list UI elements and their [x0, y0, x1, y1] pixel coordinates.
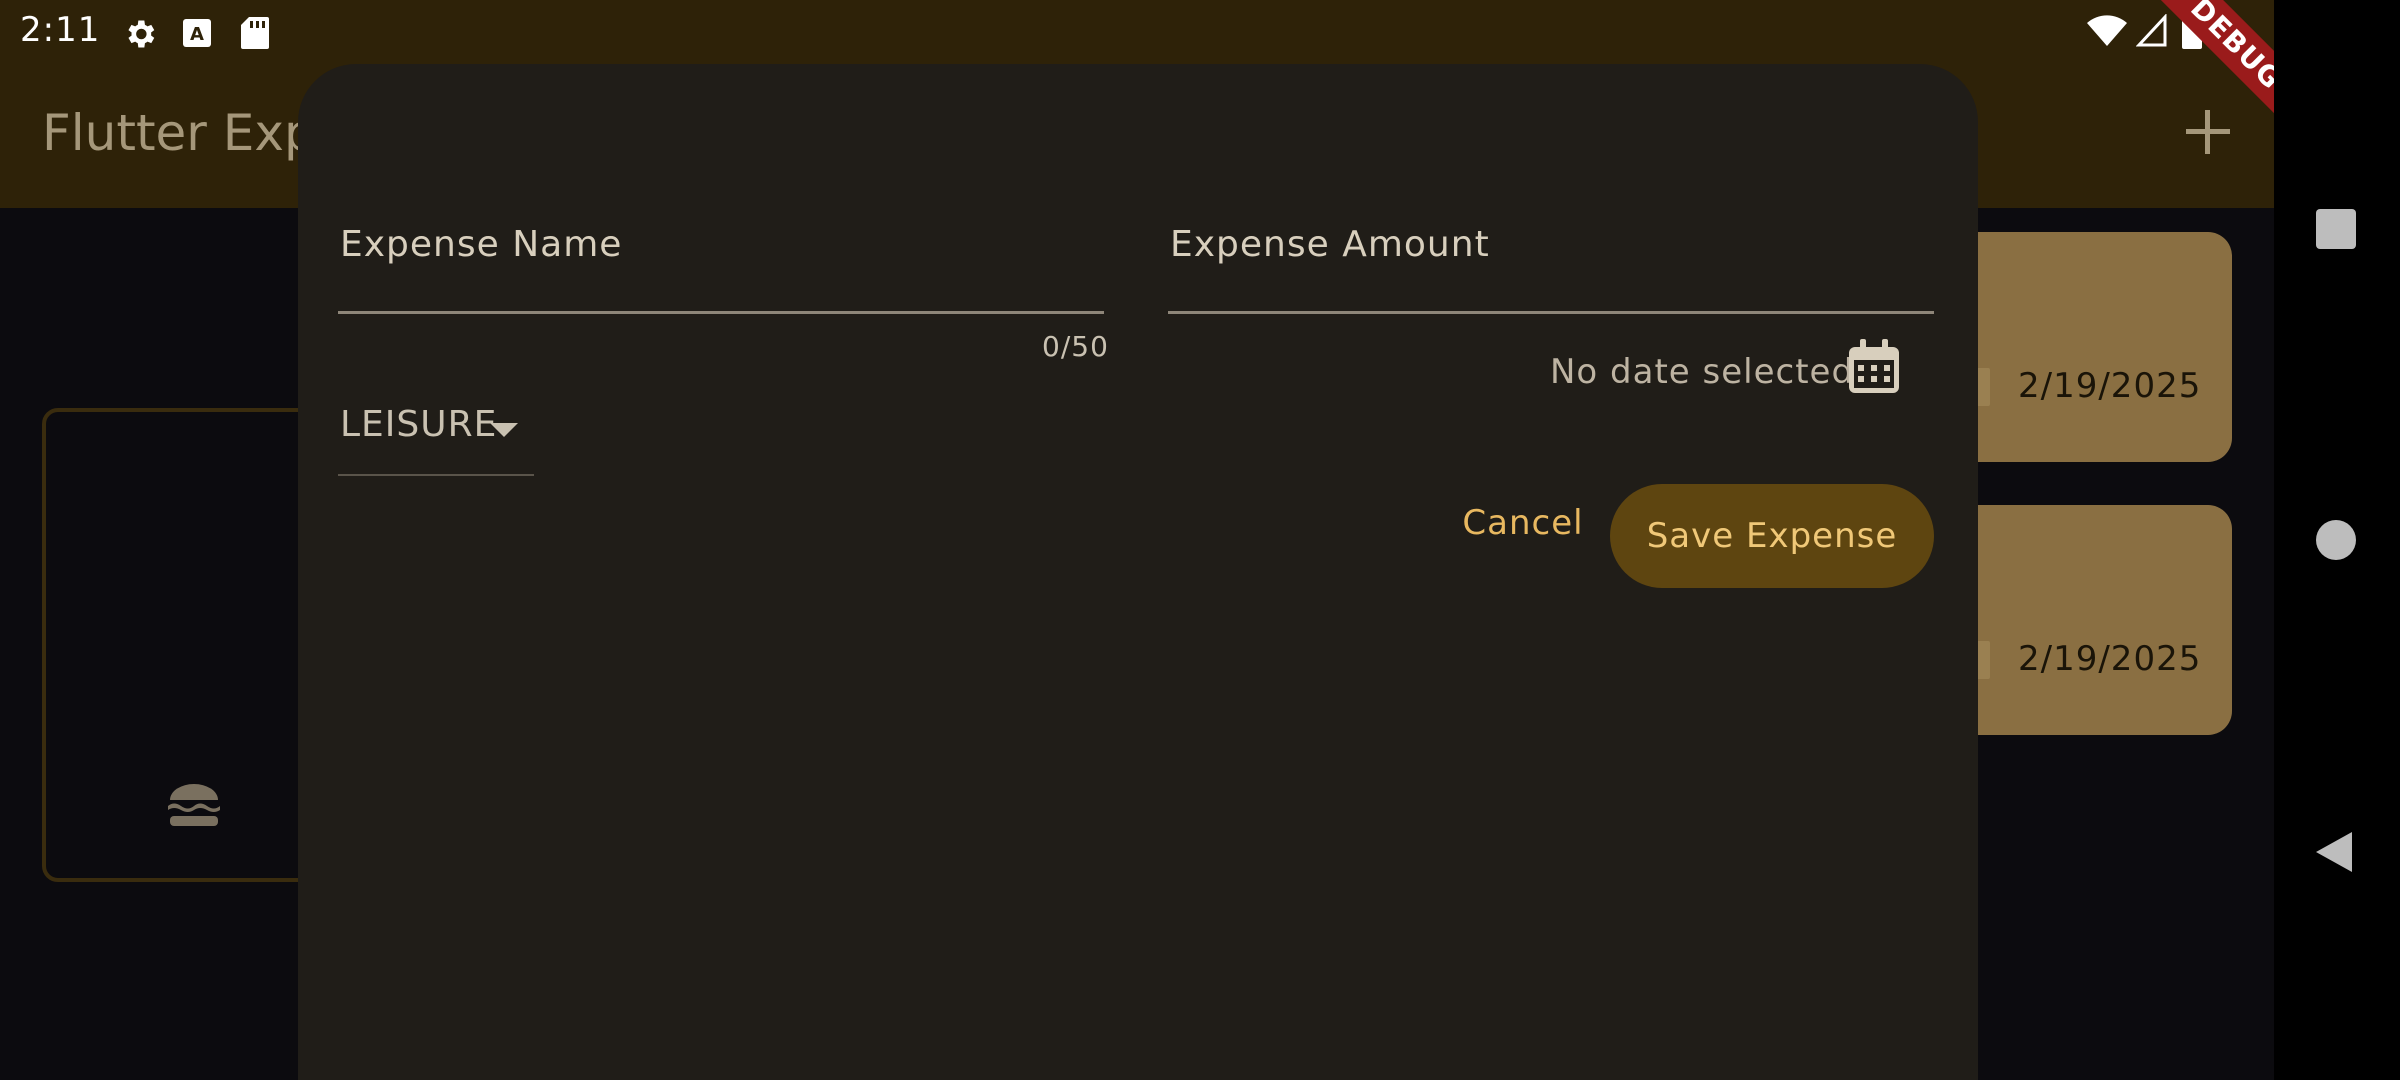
settings-icon [128, 20, 155, 48]
svg-text:A: A [190, 24, 204, 45]
status-time: 2:11 [20, 10, 101, 50]
sd-card-icon [241, 17, 269, 49]
a-keyboard-icon: A [183, 19, 211, 47]
category-dropdown[interactable]: LEISURE [338, 404, 534, 476]
expense-card[interactable]: 2/19/2025 [1940, 505, 2232, 735]
status-bar: 2:11 A [0, 0, 2274, 64]
new-expense-sheet: Expense Name 0/50 Expense Amount LEISURE… [298, 64, 1978, 1080]
hamburger-icon [168, 784, 220, 826]
recents-button[interactable] [2316, 209, 2356, 249]
save-expense-button[interactable]: Save Expense [1610, 484, 1934, 588]
expense-amount-input[interactable] [1168, 267, 1934, 307]
expense-date: 2/19/2025 [2018, 366, 2202, 406]
signal-icon [2136, 14, 2167, 47]
expense-name-input[interactable] [338, 267, 1104, 307]
expense-card[interactable]: 2/19/2025 [1940, 232, 2232, 462]
expense-name-label: Expense Name [340, 224, 623, 265]
home-button[interactable] [2316, 520, 2356, 560]
app-screen: Flutter Expense Tracker 2:11 A [0, 0, 2400, 1080]
expense-amount-field[interactable]: Expense Amount [1168, 214, 1934, 314]
character-counter: 0/50 [1042, 330, 1109, 363]
dropdown-arrow-icon [490, 423, 518, 437]
calendar-icon[interactable] [1846, 338, 1902, 396]
category-value: LEISURE [340, 404, 498, 445]
expense-name-field[interactable]: Expense Name [338, 214, 1104, 314]
expense-amount-label: Expense Amount [1170, 224, 1490, 265]
plus-icon[interactable] [2180, 104, 2236, 160]
chart-card [42, 408, 322, 882]
cancel-button[interactable]: Cancel [1458, 488, 1588, 558]
back-button[interactable] [2314, 830, 2354, 874]
date-status: No date selected [1550, 352, 1855, 392]
wifi-icon [2087, 15, 2127, 47]
expense-date: 2/19/2025 [2018, 639, 2202, 679]
